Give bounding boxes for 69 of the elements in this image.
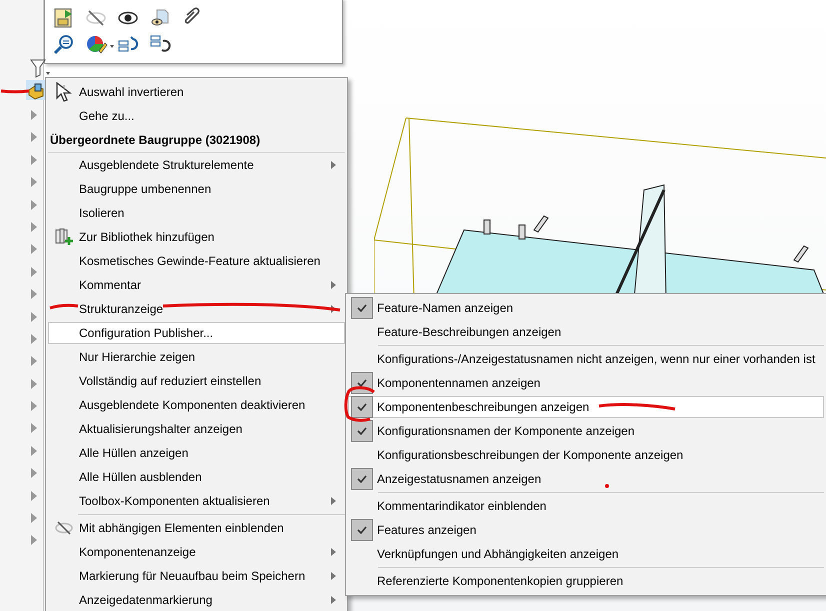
tree-expand-icon[interactable] <box>31 177 37 188</box>
menu-item[interactable]: Verknüpfungen und Abhängigkeiten anzeigen <box>348 543 824 565</box>
menu-item[interactable]: Konfigurationsbeschreibungen der Komponente anzeigen <box>348 444 824 466</box>
tree-expand-icon[interactable] <box>31 423 37 434</box>
appearance-icon[interactable] <box>85 33 115 55</box>
library-add-icon <box>54 227 74 247</box>
tree-expand-icon[interactable] <box>31 535 37 546</box>
tree-expand-icon[interactable] <box>31 468 37 478</box>
menu-item[interactable]: Feature-Namen anzeigen <box>348 297 824 319</box>
menu-item[interactable]: Komponentenbeschreibungen anzeigen <box>348 396 824 418</box>
checkmark-icon <box>357 475 367 483</box>
annotation-dot <box>605 484 609 488</box>
tree-expand-icon[interactable] <box>31 132 37 142</box>
menu-item[interactable]: Aktualisierungshalter anzeigen <box>48 418 345 440</box>
menu-header: Übergeordnete Baugruppe (3021908) <box>48 128 345 153</box>
tree-expand-icon[interactable] <box>31 378 37 389</box>
checkmark-icon <box>357 403 367 411</box>
menu-item[interactable]: Auswahl invertieren <box>48 81 345 103</box>
tree-expand-icon[interactable] <box>31 312 37 322</box>
menu-item[interactable]: Nur Hierarchie zeigen <box>48 346 345 368</box>
tree-expand-icon[interactable] <box>31 490 37 501</box>
menu-item[interactable]: Mit abhängigen Elementen einblenden <box>48 517 345 539</box>
menu-item[interactable]: Features anzeigen <box>348 519 824 541</box>
tree-expand-icon[interactable] <box>31 356 37 366</box>
annotation-stroke <box>0 87 30 95</box>
zoom-icon[interactable] <box>53 33 75 55</box>
menu-item[interactable]: Referenzierte Komponentenkopien gruppieren <box>348 570 824 592</box>
menu-item[interactable]: Zur Bibliothek hinzufügen <box>48 226 345 248</box>
update-icon[interactable] <box>149 33 171 55</box>
menu-item[interactable]: Isolieren <box>48 202 345 224</box>
menu-item[interactable]: Komponentennamen anzeigen <box>348 372 824 394</box>
menu-item[interactable]: Alle Hüllen ausblenden <box>48 466 345 488</box>
menu-item[interactable]: Konfigurations-/Anzeigestatusnamen nicht anzeigen, wenn nur einer vorhanden ist <box>348 348 824 370</box>
tree-expand-icon[interactable] <box>31 154 37 165</box>
menu-item[interactable]: Ausgeblendete Strukturelemente <box>48 154 345 176</box>
menu-item[interactable]: Baugruppe umbenennen <box>48 178 345 200</box>
tree-expand-icon[interactable] <box>31 222 37 232</box>
checkmark-icon <box>357 304 367 312</box>
menu-item[interactable]: Gehe zu... <box>48 105 345 127</box>
menu-item[interactable]: Konfigurationsnamen der Komponente anzeigen <box>348 420 824 442</box>
tree-expand-icon[interactable] <box>31 446 37 456</box>
menu-item[interactable]: Markierung für Neuaufbau beim Speichern <box>48 565 345 587</box>
menu-item[interactable]: Kosmetisches Gewinde-Feature aktualisieren <box>48 250 345 272</box>
tree-expand-icon[interactable] <box>31 289 37 300</box>
menu-item[interactable]: Vollständig auf reduziert einstellen <box>48 370 345 392</box>
menu-item[interactable]: Kommentar <box>48 274 345 296</box>
checkmark-icon <box>357 526 367 534</box>
tree-expand-icon[interactable] <box>31 110 37 120</box>
menu-item[interactable]: Anzeigedatenmarkierung <box>48 589 345 611</box>
menu-item[interactable]: Configuration Publisher... <box>48 322 345 344</box>
menu-item[interactable]: Feature-Beschreibungen anzeigen <box>348 321 824 343</box>
checkmark-icon <box>357 379 367 387</box>
menu-item[interactable]: Anzeigestatusnamen anzeigen <box>348 468 824 490</box>
tree-expand-icon[interactable] <box>31 200 37 210</box>
tree-expand-icon[interactable] <box>31 334 37 344</box>
menu-item[interactable]: Kommentarindikator einblenden <box>348 495 824 517</box>
tree-expand-icon[interactable] <box>31 266 37 277</box>
checkmark-icon <box>357 427 367 435</box>
tree-expand-icon[interactable] <box>31 513 37 524</box>
menu-item[interactable]: Alle Hüllen anzeigen <box>48 442 345 464</box>
menu-item[interactable]: Ausgeblendete Komponenten deaktivieren <box>48 394 345 416</box>
assembly-icon[interactable] <box>26 80 46 100</box>
tree-expand-icon[interactable] <box>31 244 37 254</box>
menu-item[interactable]: Komponentenanzeige <box>48 541 345 563</box>
cursor-icon <box>55 82 73 102</box>
hidden-eye-icon <box>54 521 74 535</box>
filter-icon[interactable] <box>30 58 52 78</box>
tree-expand-icon[interactable] <box>31 401 37 412</box>
menu-item[interactable]: Toolbox-Komponenten aktualisieren <box>48 490 345 512</box>
